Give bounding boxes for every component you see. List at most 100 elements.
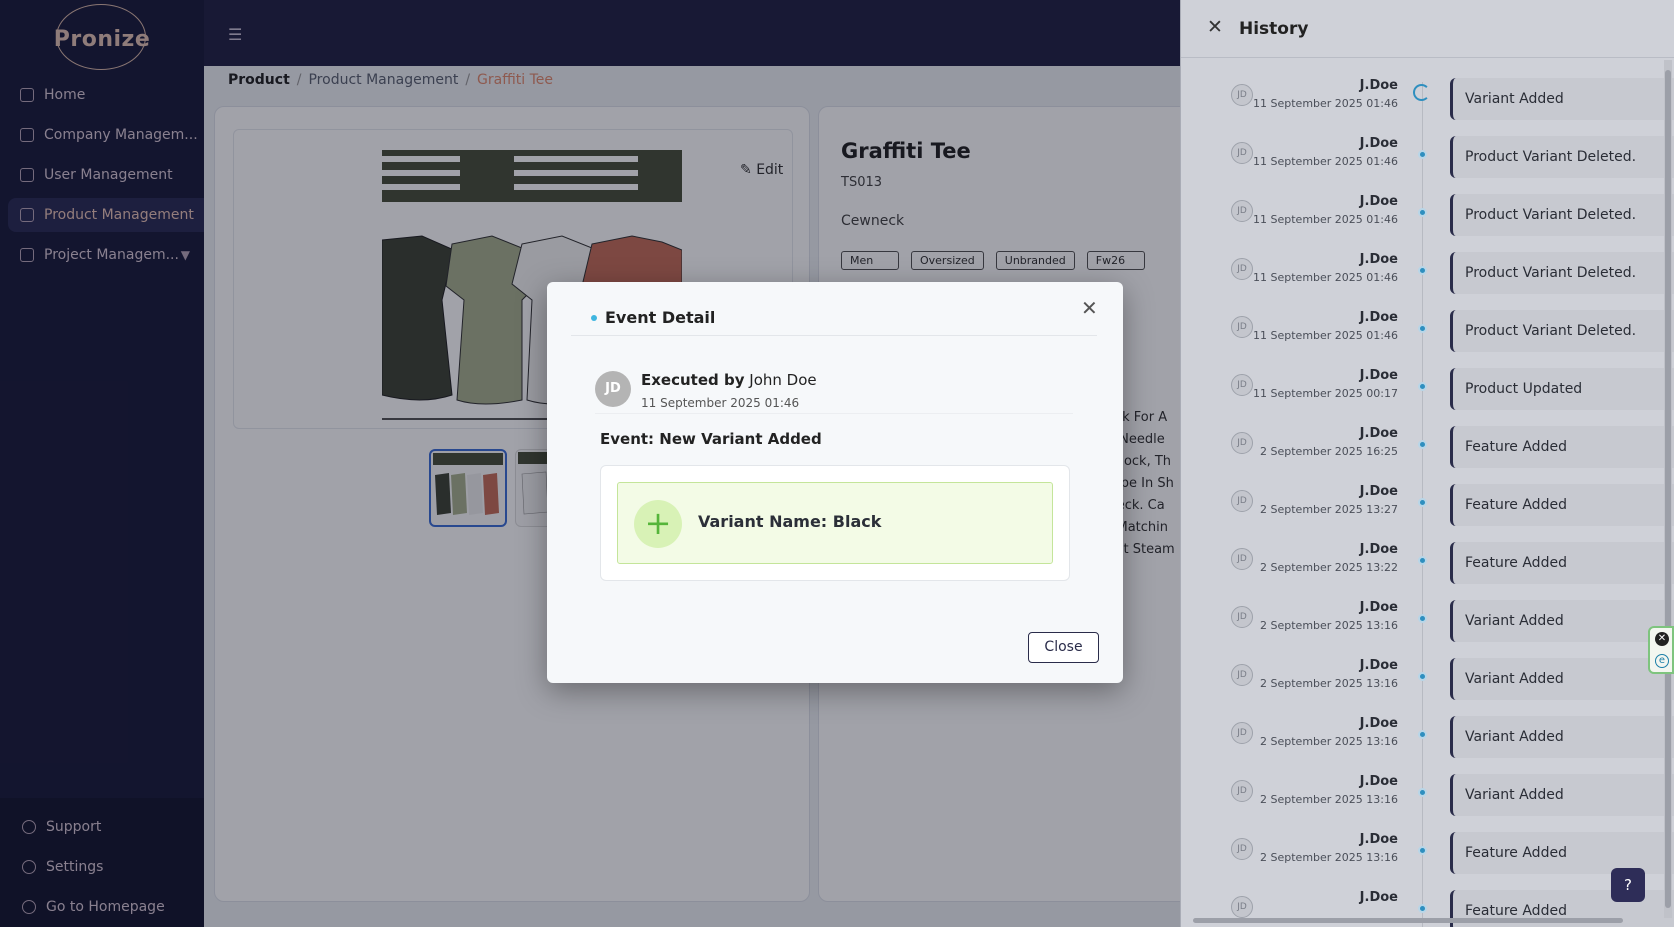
scrollbar-thumb[interactable] — [1665, 70, 1671, 908]
history-entry[interactable]: JD J.Doe 11 September 2025 01:46 Product Va… — [1181, 192, 1674, 250]
executed-by-label: Executed by — [641, 371, 745, 389]
history-entry[interactable]: JD J.Doe 11 September 2025 01:46 Variant Ad… — [1181, 76, 1674, 134]
timeline-dot — [1418, 556, 1427, 565]
history-date: 2 September 2025 16:25 — [1260, 445, 1398, 458]
history-event-card[interactable]: Variant Added — [1450, 716, 1674, 758]
variant-added-card: + Variant Name: Black — [617, 482, 1053, 564]
horizontal-scrollbar[interactable] — [1181, 915, 1661, 925]
history-event-card[interactable]: Product Updated — [1450, 368, 1674, 410]
history-user: J.Doe — [1359, 600, 1398, 615]
history-entry[interactable]: JD J.Doe 2 September 2025 13:22 Feature Add… — [1181, 540, 1674, 598]
history-date: 2 September 2025 13:16 — [1260, 851, 1398, 864]
history-entry[interactable]: JD J.Doe 2 September 2025 13:16 Variant Add… — [1181, 714, 1674, 772]
timeline-dot — [1418, 904, 1427, 913]
history-date: 2 September 2025 13:16 — [1260, 619, 1398, 632]
vertical-scrollbar[interactable] — [1664, 60, 1672, 918]
history-user: J.Doe — [1359, 716, 1398, 731]
history-event-card[interactable]: Product Variant Deleted. — [1450, 310, 1674, 352]
avatar: JD — [595, 371, 631, 407]
history-user: J.Doe — [1359, 252, 1398, 267]
history-event-card[interactable]: Variant Added — [1450, 600, 1674, 642]
history-entry[interactable]: JD J.Doe 2 September 2025 16:25 Feature Add… — [1181, 424, 1674, 482]
timeline-dot — [1418, 440, 1427, 449]
timeline-dot — [1418, 730, 1427, 739]
executed-by: Executed by John Doe — [641, 371, 817, 389]
history-date: 2 September 2025 13:16 — [1260, 677, 1398, 690]
history-entry[interactable]: JD J.Doe 2 September 2025 13:16 Variant Add… — [1181, 772, 1674, 830]
history-date: 2 September 2025 13:22 — [1260, 561, 1398, 574]
history-user: J.Doe — [1359, 832, 1398, 847]
history-user: J.Doe — [1359, 542, 1398, 557]
history-entry[interactable]: JD J.Doe 11 September 2025 01:46 Product Va… — [1181, 134, 1674, 192]
close-icon[interactable]: ✕ — [1081, 296, 1098, 320]
close-icon[interactable]: ✕ — [1207, 16, 1223, 38]
history-entry[interactable]: JD J.Doe 2 September 2025 13:27 Feature Add… — [1181, 482, 1674, 540]
history-date: 11 September 2025 01:46 — [1253, 155, 1398, 168]
timeline-dot — [1418, 324, 1427, 333]
history-event-card[interactable]: Variant Added — [1450, 78, 1674, 120]
history-event-card[interactable]: Product Variant Deleted. — [1450, 252, 1674, 294]
timeline-dot — [1418, 150, 1427, 159]
timeline-dot — [1418, 846, 1427, 855]
history-date: 2 September 2025 13:16 — [1260, 735, 1398, 748]
event-detail-modal: Event Detail ✕ JD Executed by John Doe 1… — [547, 282, 1123, 683]
history-date: 11 September 2025 01:46 — [1253, 213, 1398, 226]
history-date: 2 September 2025 13:27 — [1260, 503, 1398, 516]
close-button[interactable]: Close — [1028, 632, 1099, 663]
divider — [595, 413, 1073, 414]
history-entry[interactable]: JD J.Doe 11 September 2025 01:46 Product Va… — [1181, 250, 1674, 308]
timeline-dot — [1418, 498, 1427, 507]
history-entry[interactable]: JD J.Doe 2 September 2025 13:16 Variant Add… — [1181, 598, 1674, 656]
event-detail-box: + Variant Name: Black — [600, 465, 1070, 581]
history-event-card[interactable]: Feature Added — [1450, 542, 1674, 584]
variant-name: Variant Name: Black — [698, 512, 882, 531]
history-date: 11 September 2025 01:46 — [1253, 271, 1398, 284]
event-date: 11 September 2025 01:46 — [641, 396, 800, 410]
history-event-card[interactable]: Feature Added — [1450, 484, 1674, 526]
history-entry[interactable]: JD J.Doe 11 September 2025 01:46 Product Va… — [1181, 308, 1674, 366]
timeline-dot — [1418, 382, 1427, 391]
history-event-card[interactable]: Variant Added — [1450, 658, 1674, 700]
history-date: 11 September 2025 01:46 — [1253, 97, 1398, 110]
history-event-card[interactable]: Product Variant Deleted. — [1450, 194, 1674, 236]
status-dot — [591, 315, 597, 321]
browser-extension-widget[interactable]: ✕ e — [1648, 626, 1674, 674]
history-date: 11 September 2025 00:17 — [1253, 387, 1398, 400]
help-icon[interactable]: ? — [1611, 868, 1645, 902]
history-user: J.Doe — [1359, 890, 1398, 905]
history-user: J.Doe — [1359, 78, 1398, 93]
history-header: ✕ History — [1181, 0, 1674, 58]
history-user: J.Doe — [1359, 368, 1398, 383]
timeline-dot — [1418, 208, 1427, 217]
timeline-dot — [1418, 672, 1427, 681]
history-entry[interactable]: JD J.Doe 2 September 2025 13:16 Feature Add… — [1181, 830, 1674, 888]
event-label: Event: New Variant Added — [600, 430, 822, 448]
history-user: J.Doe — [1359, 658, 1398, 673]
executed-by-name: John Doe — [749, 371, 817, 389]
history-event-card[interactable]: Product Variant Deleted. — [1450, 136, 1674, 178]
modal-header: Event Detail — [571, 282, 1097, 336]
history-entry[interactable]: JD J.Doe 2 September 2025 13:16 Variant Add… — [1181, 656, 1674, 714]
history-panel: ✕ History JD J.Doe 11 September 2025 01:46… — [1180, 0, 1674, 927]
history-clock-icon — [1413, 84, 1430, 101]
plus-icon: + — [634, 500, 682, 548]
timeline-dot — [1418, 614, 1427, 623]
history-entry[interactable]: JD J.Doe 11 September 2025 00:17 Product Up… — [1181, 366, 1674, 424]
history-user: J.Doe — [1359, 310, 1398, 325]
scrollbar-thumb[interactable] — [1193, 918, 1623, 923]
extension-icon[interactable]: e — [1655, 654, 1669, 668]
history-event-card[interactable]: Feature Added — [1450, 426, 1674, 468]
close-circle-icon[interactable]: ✕ — [1655, 632, 1669, 646]
history-user: J.Doe — [1359, 774, 1398, 789]
history-user: J.Doe — [1359, 194, 1398, 209]
history-date: 11 September 2025 01:46 — [1253, 329, 1398, 342]
timeline-dot — [1418, 266, 1427, 275]
history-user: J.Doe — [1359, 484, 1398, 499]
history-date: 2 September 2025 13:16 — [1260, 793, 1398, 806]
history-title: History — [1239, 19, 1309, 39]
modal-title: Event Detail — [605, 308, 716, 327]
timeline-dot — [1418, 788, 1427, 797]
history-event-card[interactable]: Variant Added — [1450, 774, 1674, 816]
history-user: J.Doe — [1359, 136, 1398, 151]
history-user: J.Doe — [1359, 426, 1398, 441]
